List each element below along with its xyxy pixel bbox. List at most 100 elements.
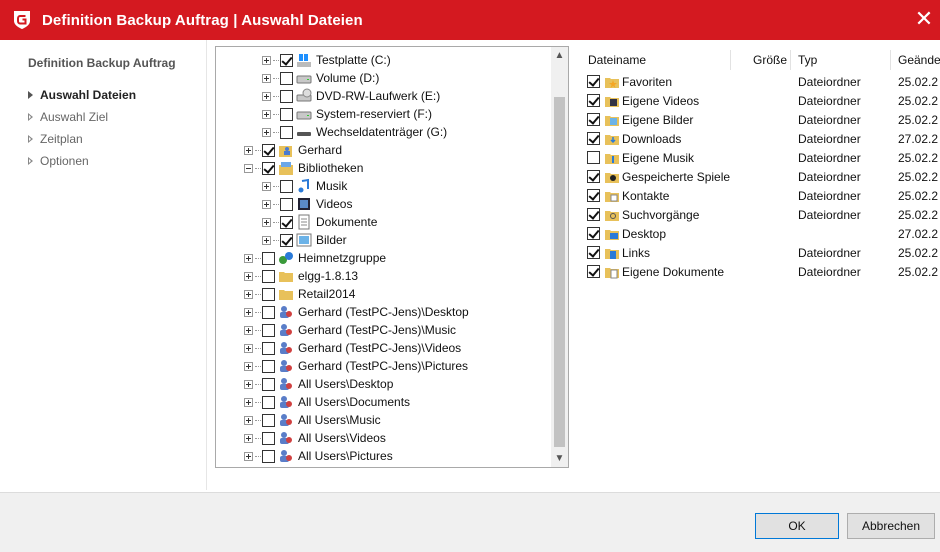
- tree-item[interactable]: System-reserviert (F:): [262, 105, 432, 123]
- tree-checkbox[interactable]: [280, 89, 293, 103]
- expand-icon[interactable]: [244, 433, 253, 443]
- tree-checkbox[interactable]: [262, 323, 275, 337]
- collapse-icon[interactable]: [244, 163, 253, 173]
- tree-item[interactable]: All Users\Pictures: [244, 447, 393, 465]
- file-checkbox[interactable]: [587, 94, 600, 107]
- tree-item[interactable]: Bibliotheken: [244, 159, 363, 177]
- tree-checkbox[interactable]: [262, 287, 275, 301]
- expand-icon[interactable]: [244, 397, 253, 407]
- tree-item[interactable]: Gerhard (TestPC-Jens)\Videos: [244, 339, 461, 357]
- ok-button[interactable]: OK: [755, 513, 839, 539]
- tree-item[interactable]: Bilder: [262, 231, 347, 249]
- tree-item[interactable]: Gerhard (TestPC-Jens)\Pictures: [244, 357, 468, 375]
- nav-item-auswahl-ziel[interactable]: Auswahl Ziel: [28, 106, 136, 128]
- file-checkbox[interactable]: [587, 75, 600, 88]
- tree-scrollbar[interactable]: ▲ ▼: [551, 47, 568, 467]
- tree-checkbox[interactable]: [280, 125, 293, 139]
- file-checkbox[interactable]: [587, 113, 600, 126]
- expand-icon[interactable]: [244, 145, 253, 155]
- expand-icon[interactable]: [244, 271, 253, 281]
- file-row[interactable]: Eigene Bilder Dateiordner 25.02.2: [580, 110, 940, 129]
- tree-checkbox[interactable]: [280, 179, 293, 193]
- tree-checkbox[interactable]: [262, 377, 275, 391]
- expand-icon[interactable]: [262, 181, 271, 191]
- file-checkbox[interactable]: [587, 170, 600, 183]
- nav-item-optionen[interactable]: Optionen: [28, 150, 136, 172]
- expand-icon[interactable]: [244, 325, 253, 335]
- tree-item[interactable]: Videos: [262, 195, 352, 213]
- tree-item[interactable]: Gerhard (TestPC-Jens)\Music: [244, 321, 456, 339]
- expand-icon[interactable]: [262, 235, 271, 245]
- expand-icon[interactable]: [244, 451, 253, 461]
- file-checkbox[interactable]: [587, 246, 600, 259]
- tree-checkbox[interactable]: [280, 233, 293, 247]
- file-checkbox[interactable]: [587, 151, 600, 164]
- tree-item[interactable]: Wechseldatenträger (G:): [262, 123, 447, 141]
- tree-checkbox[interactable]: [280, 53, 293, 67]
- file-row[interactable]: Downloads Dateiordner 27.02.2: [580, 129, 940, 148]
- tree-item[interactable]: elgg-1.8.13: [244, 267, 358, 285]
- file-checkbox[interactable]: [587, 227, 600, 240]
- column-header-size[interactable]: Größe: [753, 53, 787, 67]
- expand-icon[interactable]: [262, 217, 271, 227]
- expand-icon[interactable]: [244, 307, 253, 317]
- file-checkbox[interactable]: [587, 189, 600, 202]
- tree-item[interactable]: All Users\Desktop: [244, 375, 393, 393]
- tree-item[interactable]: Testplatte (C:): [262, 51, 391, 69]
- nav-item-auswahl-dateien[interactable]: Auswahl Dateien: [28, 84, 136, 106]
- file-checkbox[interactable]: [587, 132, 600, 145]
- expand-icon[interactable]: [244, 289, 253, 299]
- file-row[interactable]: Eigene Dokumente Dateiordner 25.02.2: [580, 262, 940, 281]
- tree-checkbox[interactable]: [262, 413, 275, 427]
- file-row[interactable]: Favoriten Dateiordner 25.02.2: [580, 72, 940, 91]
- expand-icon[interactable]: [262, 73, 271, 83]
- tree-item[interactable]: DVD-RW-Laufwerk (E:): [262, 87, 440, 105]
- expand-icon[interactable]: [244, 379, 253, 389]
- tree-checkbox[interactable]: [262, 449, 275, 463]
- scrollbar-thumb[interactable]: [554, 97, 565, 447]
- tree-item[interactable]: Gerhard (TestPC-Jens)\Desktop: [244, 303, 469, 321]
- file-row[interactable]: Suchvorgänge Dateiordner 25.02.2: [580, 205, 940, 224]
- file-row[interactable]: Desktop 27.02.2: [580, 224, 940, 243]
- file-row[interactable]: Eigene Musik Dateiordner 25.02.2: [580, 148, 940, 167]
- tree-item[interactable]: Volume (D:): [262, 69, 379, 87]
- expand-icon[interactable]: [244, 361, 253, 371]
- file-row[interactable]: Eigene Videos Dateiordner 25.02.2: [580, 91, 940, 110]
- expand-icon[interactable]: [262, 55, 271, 65]
- file-row[interactable]: Links Dateiordner 25.02.2: [580, 243, 940, 262]
- scroll-up-icon[interactable]: ▲: [551, 47, 568, 64]
- tree-checkbox[interactable]: [262, 161, 275, 175]
- tree-item[interactable]: All Users\Documents: [244, 393, 410, 411]
- tree-item[interactable]: Retail2014: [244, 285, 355, 303]
- tree-item[interactable]: All Users\Videos: [244, 429, 386, 447]
- tree-checkbox[interactable]: [280, 71, 293, 85]
- column-header-modified[interactable]: Geände: [898, 53, 940, 67]
- expand-icon[interactable]: [262, 199, 271, 209]
- tree-checkbox[interactable]: [262, 251, 275, 265]
- file-row[interactable]: Gespeicherte Spiele Dateiordner 25.02.2: [580, 167, 940, 186]
- tree-checkbox[interactable]: [262, 269, 275, 283]
- expand-icon[interactable]: [244, 415, 253, 425]
- close-icon[interactable]: ✕: [912, 6, 936, 32]
- tree-item[interactable]: All Users\Music: [244, 411, 381, 429]
- tree-checkbox[interactable]: [262, 341, 275, 355]
- expand-icon[interactable]: [262, 91, 271, 101]
- tree-checkbox[interactable]: [262, 305, 275, 319]
- scroll-down-icon[interactable]: ▼: [551, 450, 568, 467]
- expand-icon[interactable]: [244, 343, 253, 353]
- nav-item-zeitplan[interactable]: Zeitplan: [28, 128, 136, 150]
- tree-checkbox[interactable]: [280, 197, 293, 211]
- tree-item[interactable]: Gerhard: [244, 141, 342, 159]
- cancel-button[interactable]: Abbrechen: [847, 513, 935, 539]
- file-checkbox[interactable]: [587, 208, 600, 221]
- tree-item[interactable]: Dokumente: [262, 213, 377, 231]
- tree-checkbox[interactable]: [262, 143, 275, 157]
- tree-checkbox[interactable]: [262, 359, 275, 373]
- expand-icon[interactable]: [262, 109, 271, 119]
- expand-icon[interactable]: [262, 127, 271, 137]
- tree-checkbox[interactable]: [280, 215, 293, 229]
- tree-item[interactable]: Heimnetzgruppe: [244, 249, 386, 267]
- expand-icon[interactable]: [244, 253, 253, 263]
- folder-tree[interactable]: Testplatte (C:) Volume (D:) DVD-RW-Laufwer…: [215, 46, 569, 468]
- file-checkbox[interactable]: [587, 265, 600, 278]
